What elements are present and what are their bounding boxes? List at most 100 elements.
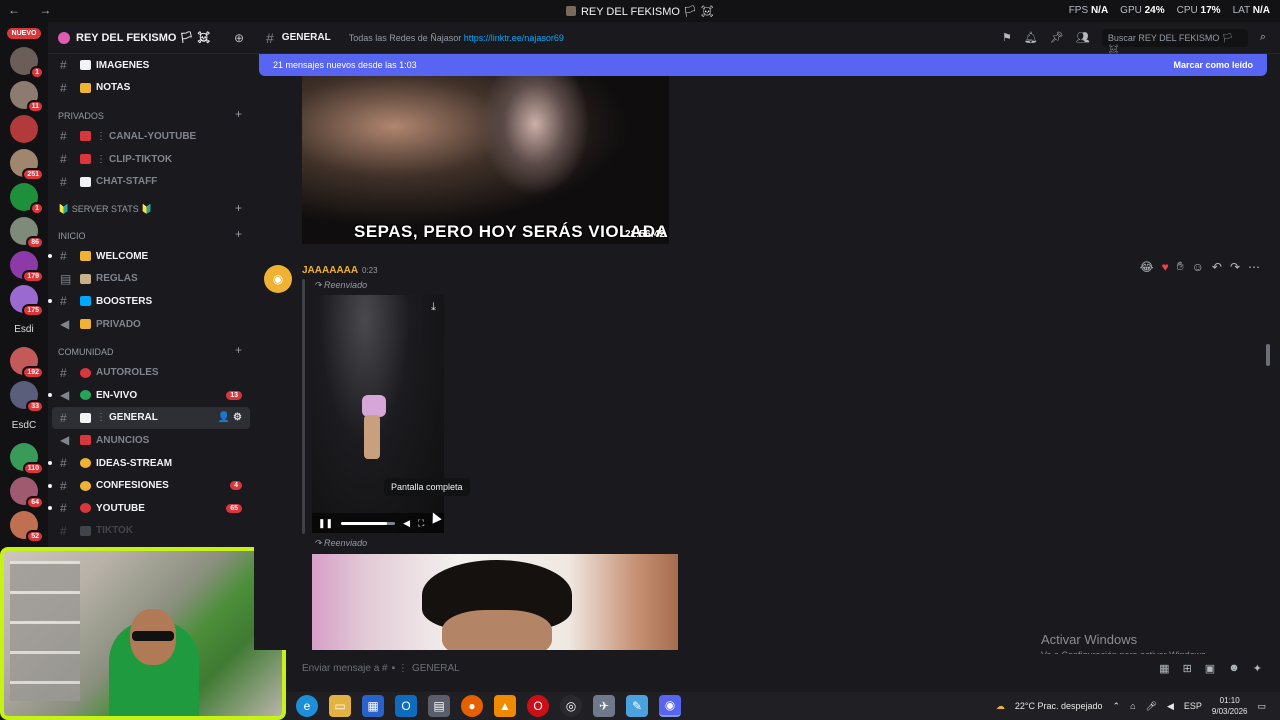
- clock[interactable]: 01:10 9/03/2026: [1212, 695, 1248, 717]
- channel-en-vivo[interactable]: ◀ EN-VIVO 13: [48, 384, 254, 407]
- add-channel-icon[interactable]: +: [235, 107, 242, 121]
- tray-arrow-icon[interactable]: ⌃: [1113, 701, 1121, 712]
- pin-icon[interactable]: 📌︎: [1050, 31, 1064, 44]
- obs-icon[interactable]: ◎: [560, 695, 582, 717]
- search-icon[interactable]: ⌕: [1260, 31, 1266, 44]
- hash-icon: #: [60, 249, 67, 264]
- reply-icon[interactable]: ↶: [1212, 260, 1222, 274]
- add-channel-icon[interactable]: +: [235, 227, 242, 241]
- avatar[interactable]: ◉: [264, 265, 292, 293]
- channel-autoroles[interactable]: # AUTOROLES: [48, 361, 254, 384]
- threads-icon[interactable]: ⚑: [1002, 31, 1012, 44]
- channel-settings-icon[interactable]: 👤 ⚙: [218, 412, 242, 423]
- apps-icon[interactable]: ▦: [1159, 662, 1169, 675]
- server-text-icon[interactable]: Esdi: [4, 319, 44, 341]
- firefox-icon[interactable]: ●: [461, 695, 483, 717]
- search-input[interactable]: Buscar REY DEL FEKISMO 🏳 ☠: [1101, 28, 1248, 54]
- category-inicio[interactable]: INICIO +: [48, 223, 254, 245]
- channel-notas[interactable]: # NOTAS: [48, 77, 254, 100]
- laugh-reaction-icon[interactable]: 😂︎: [1140, 260, 1154, 274]
- gift-icon[interactable]: ⊞: [1183, 662, 1192, 675]
- volume-icon[interactable]: ◀: [403, 518, 410, 529]
- opera-icon[interactable]: O: [527, 695, 549, 717]
- channel-clip-tiktok[interactable]: # ⋮ CLIP-TIKTOK: [48, 148, 254, 171]
- server-icon[interactable]: 179: [10, 251, 44, 283]
- channel-general[interactable]: # ⋮ GENERAL 👤 ⚙: [52, 406, 250, 430]
- discord-icon[interactable]: ◉: [659, 695, 681, 717]
- video-progress[interactable]: [341, 521, 396, 525]
- store-icon[interactable]: ▦: [362, 695, 384, 717]
- server-icon[interactable]: 52: [10, 511, 44, 543]
- server-icon[interactable]: 192: [10, 347, 44, 379]
- fullscreen-icon[interactable]: ⛶: [418, 518, 424, 529]
- server-icon[interactable]: 33: [10, 381, 44, 413]
- server-icon[interactable]: 110: [10, 443, 44, 475]
- server-icon[interactable]: 86: [10, 217, 44, 249]
- category-comunidad[interactable]: COMUNIDAD +: [48, 339, 254, 361]
- reaction-icon[interactable]: ✋︎: [1177, 259, 1184, 274]
- add-channel-icon[interactable]: +: [235, 201, 242, 215]
- add-channel-icon[interactable]: +: [235, 343, 242, 357]
- app-icon[interactable]: ▤: [428, 695, 450, 717]
- add-reaction-icon[interactable]: ☺: [1192, 260, 1204, 274]
- pause-icon[interactable]: ❚❚: [318, 518, 333, 529]
- server-header[interactable]: REY DEL FEKISMO 🏳 ☠ ⊕: [48, 22, 254, 54]
- scrollbar[interactable]: [1266, 344, 1270, 366]
- category-server-stats[interactable]: 🔰 SERVER STATS 🔰 +: [48, 197, 254, 219]
- channel-imagenes[interactable]: # IMAGENES: [48, 54, 254, 77]
- add-member-icon[interactable]: ⊕: [234, 31, 244, 45]
- emoji-icon[interactable]: ✦: [1253, 662, 1262, 675]
- sticker-icon[interactable]: ☻: [1228, 662, 1240, 675]
- gif-icon[interactable]: ▣: [1205, 662, 1215, 675]
- forwarded-label: ↷ Reenviado: [314, 280, 368, 290]
- volume-icon[interactable]: ◀: [1167, 701, 1174, 712]
- bulb-icon: [80, 458, 91, 469]
- server-icon[interactable]: 64: [10, 477, 44, 509]
- notification-icon[interactable]: ▭: [1257, 701, 1266, 712]
- server-icon[interactable]: 11: [10, 81, 44, 113]
- image-attachment[interactable]: SEPAS, PERO HOY SERÁS VIOLADA 21:56:42: [302, 76, 669, 244]
- forward-icon[interactable]: ↷: [1230, 260, 1240, 274]
- channel-boosters[interactable]: # BOOSTERS: [48, 290, 254, 313]
- lang-indicator[interactable]: ESP: [1184, 701, 1202, 711]
- category-privados[interactable]: PRIVADOS +: [48, 103, 254, 125]
- members-icon[interactable]: 👥︎: [1076, 31, 1090, 44]
- outlook-icon[interactable]: O: [395, 695, 417, 717]
- heart-reaction-icon[interactable]: ♥: [1162, 260, 1169, 274]
- vlc-icon[interactable]: ▲: [494, 695, 516, 717]
- new-messages-bar[interactable]: 21 mensajes nuevos desde las 1:03 Marcar…: [259, 54, 1267, 76]
- server-icon[interactable]: [10, 115, 38, 143]
- weather-icon[interactable]: ☁: [996, 701, 1005, 712]
- server-icon[interactable]: 251: [10, 149, 44, 181]
- channel-anuncios[interactable]: ◀ ANUNCIOS: [48, 429, 254, 452]
- server-icon[interactable]: 175: [10, 285, 44, 317]
- app-icon[interactable]: ✈: [593, 695, 615, 717]
- server-icon[interactable]: 1: [10, 183, 44, 215]
- more-icon[interactable]: ⋯: [1248, 260, 1260, 274]
- channel-tiktok[interactable]: # TIKTOK: [48, 520, 254, 543]
- edge-icon[interactable]: e: [296, 695, 318, 717]
- channel-chat-staff[interactable]: # CHAT-STAFF: [48, 170, 254, 193]
- mic-icon[interactable]: 🎤︎: [1146, 701, 1157, 712]
- weather-text[interactable]: 22°C Prac. despejado: [1015, 701, 1103, 711]
- channel-confesiones[interactable]: # CONFESIONES 4: [48, 474, 254, 497]
- video-player[interactable]: ⤓ ❚❚ ◀ ⛶: [312, 295, 444, 533]
- mark-as-read-button[interactable]: Marcar como leído: [1173, 60, 1253, 70]
- server-icon[interactable]: 1: [10, 47, 44, 79]
- server-text-icon[interactable]: EsdC: [4, 415, 44, 437]
- image-attachment[interactable]: [312, 554, 678, 650]
- channel-privado[interactable]: ◀ PRIVADO: [48, 313, 254, 336]
- channel-canal-youtube[interactable]: # ⋮ CANAL-YOUTUBE: [48, 125, 254, 148]
- folder-icon[interactable]: ▭: [329, 695, 351, 717]
- topic-link[interactable]: https://linktr.ee/najasor69: [464, 33, 564, 43]
- notepad-icon[interactable]: ✎: [626, 695, 648, 717]
- channel-youtube[interactable]: # YOUTUBE 65: [48, 497, 254, 520]
- channel-reglas[interactable]: ▤ REGLAS: [48, 268, 254, 291]
- channel-ideas-stream[interactable]: # IDEAS-STREAM: [48, 452, 254, 475]
- network-icon[interactable]: ⌂: [1130, 701, 1135, 711]
- download-icon[interactable]: ⤓: [431, 301, 436, 314]
- channel-welcome[interactable]: # WELCOME: [48, 245, 254, 268]
- message-author[interactable]: JAAAAAAA: [302, 265, 358, 276]
- bell-icon[interactable]: 🔔︎: [1024, 31, 1038, 44]
- message-input[interactable]: Enviar mensaje a # ▪ ⋮ GENERAL ▦ ⊞ ▣ ☻ ✦: [296, 654, 1274, 682]
